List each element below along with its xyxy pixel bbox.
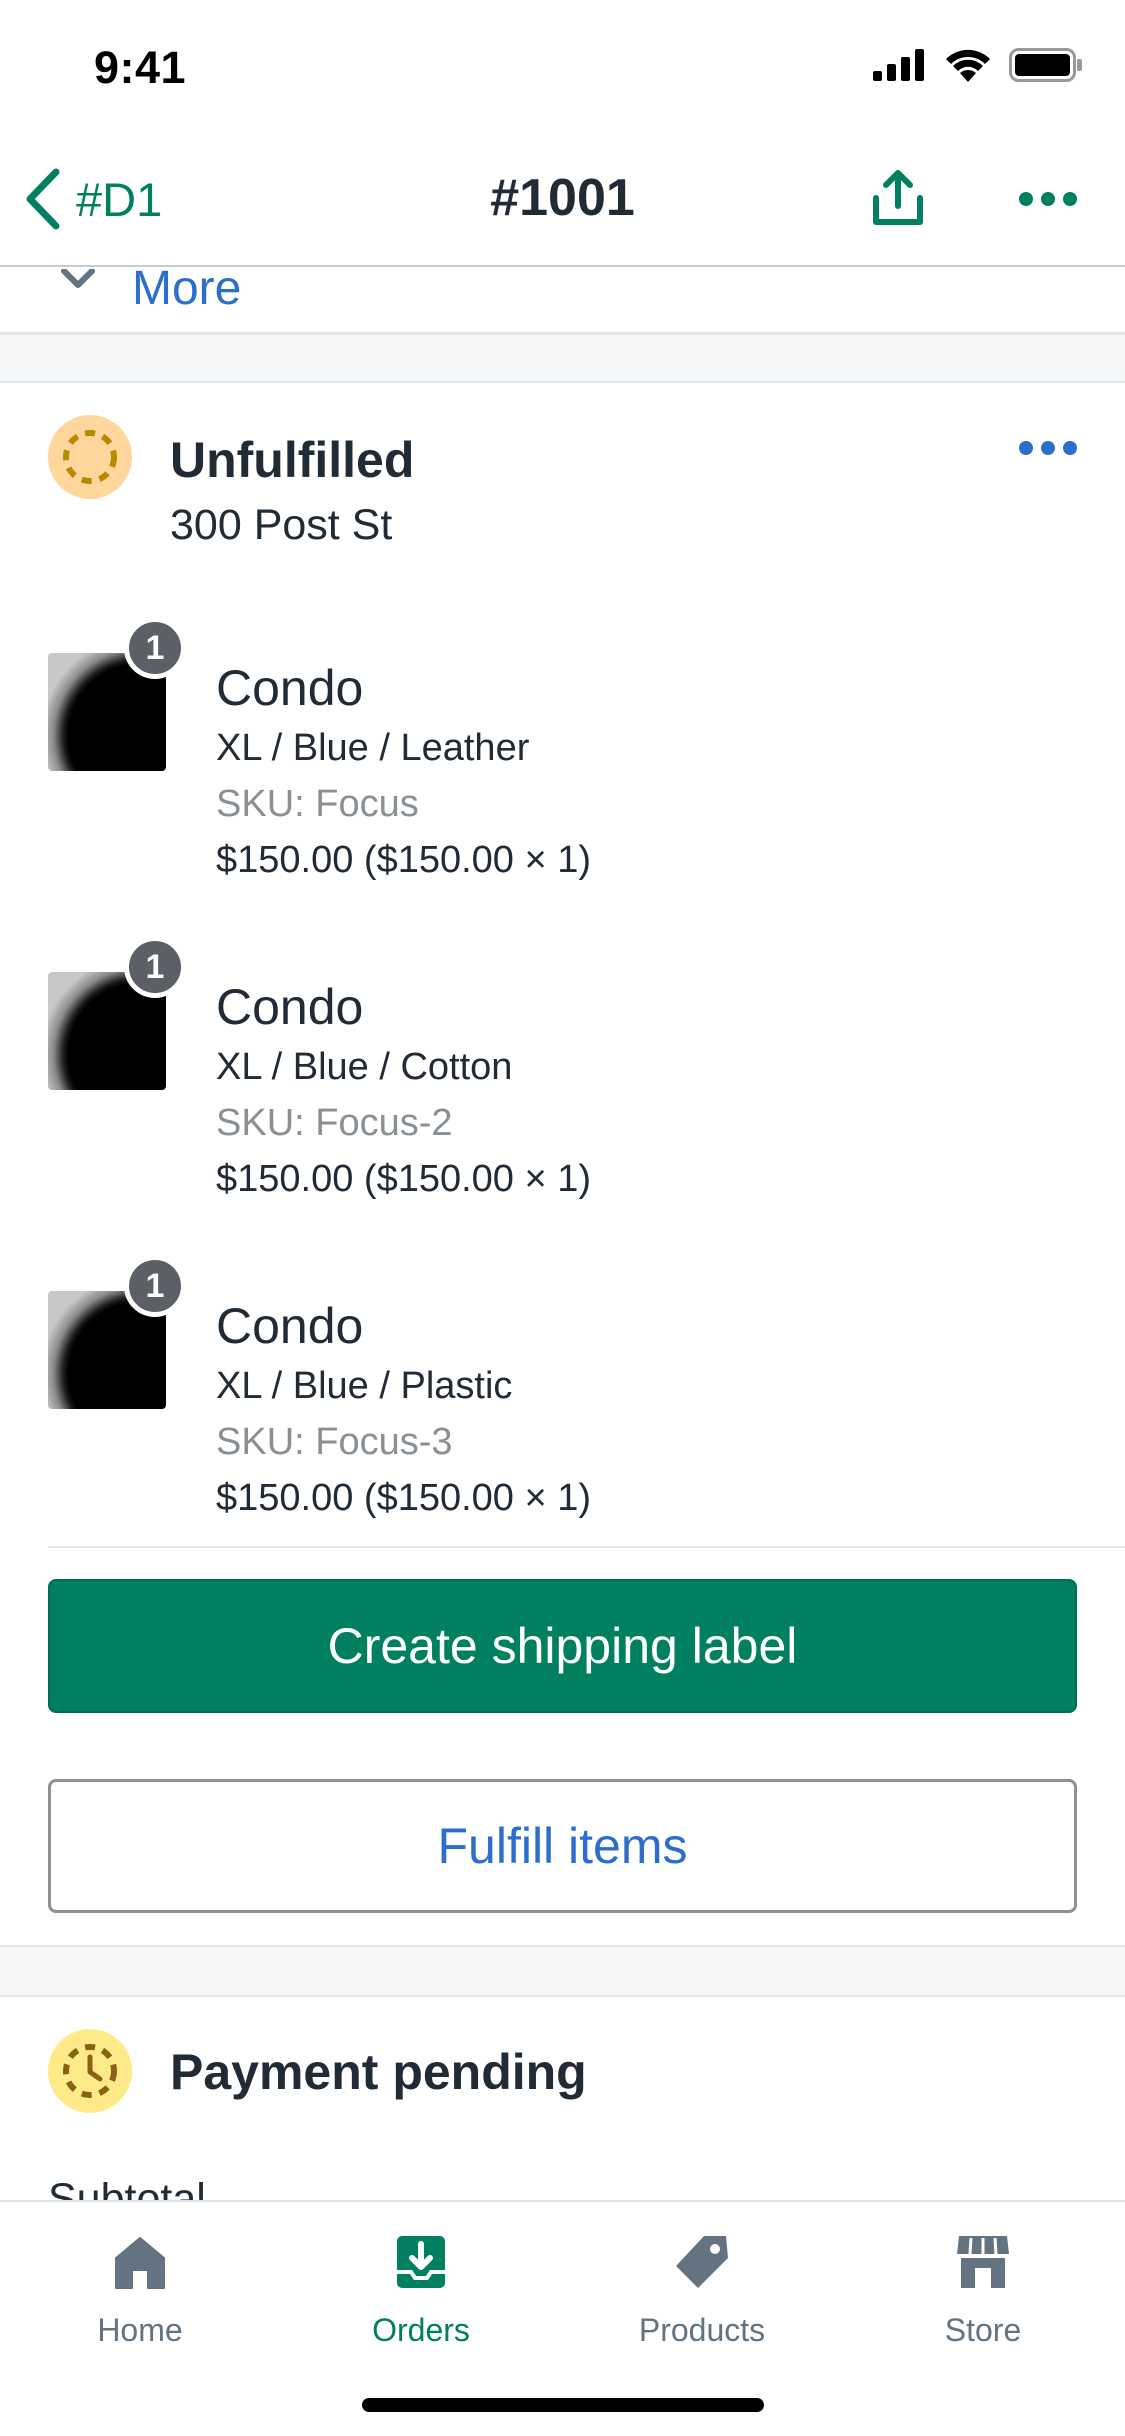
- quantity-badge: 1: [124, 1255, 186, 1317]
- store-icon: [957, 2236, 1009, 2288]
- tab-store[interactable]: Store: [843, 2232, 1123, 2372]
- item-price: $150.00 ($150.00 × 1): [216, 1158, 592, 1200]
- item-price: $150.00 ($150.00 × 1): [216, 839, 592, 881]
- status-time: 9:41: [94, 42, 187, 93]
- status-icons: [873, 48, 1083, 82]
- payment-status-icon: [48, 2029, 132, 2113]
- unfulfilled-title: Unfulfilled: [170, 432, 415, 488]
- tab-home[interactable]: Home: [0, 2232, 280, 2372]
- item-variant: XL / Blue / Cotton: [216, 1046, 513, 1088]
- tab-label: Orders: [372, 2312, 470, 2348]
- item-name: Condo: [216, 979, 364, 1035]
- battery-icon: [1009, 48, 1082, 82]
- share-icon[interactable]: [868, 168, 928, 228]
- more-toggle[interactable]: More: [0, 269, 1125, 335]
- line-item[interactable]: 1 Condo XL / Blue / Cotton SKU: Focus-2 …: [0, 936, 1125, 1236]
- clock-icon: [63, 2044, 117, 2098]
- status-bar: 9:41: [0, 0, 1125, 132]
- item-variant: XL / Blue / Plastic: [216, 1365, 513, 1407]
- line-item[interactable]: 1 Condo XL / Blue / Leather SKU: Focus $…: [0, 617, 1125, 917]
- unfulfilled-status-icon: [48, 415, 132, 499]
- section-gap: [0, 335, 1125, 381]
- divider: [48, 1546, 1125, 1548]
- tag-icon: [676, 2236, 728, 2288]
- card-more-options-icon[interactable]: [1018, 433, 1078, 463]
- create-shipping-label-button[interactable]: Create shipping label: [48, 1579, 1077, 1713]
- chevron-down-icon: [61, 269, 95, 288]
- item-name: Condo: [216, 1298, 364, 1354]
- navigation-bar: #D1 #1001: [0, 132, 1125, 267]
- page-title: #1001: [490, 169, 635, 227]
- fulfill-items-button[interactable]: Fulfill items: [48, 1779, 1077, 1913]
- item-sku: SKU: Focus: [216, 783, 419, 825]
- tab-label: Store: [944, 2312, 1022, 2348]
- item-variant: XL / Blue / Leather: [216, 727, 530, 769]
- quantity-badge: 1: [124, 936, 186, 998]
- orders-icon: [397, 2236, 445, 2288]
- payment-title: Payment pending: [170, 2044, 587, 2100]
- item-sku: SKU: Focus-3: [216, 1421, 453, 1463]
- tab-label: Home: [97, 2312, 183, 2348]
- dashed-circle-icon: [63, 430, 117, 484]
- section-gap: [0, 1947, 1125, 1995]
- home-indicator: [362, 2398, 764, 2412]
- item-sku: SKU: Focus-2: [216, 1102, 453, 1144]
- line-item[interactable]: 1 Condo XL / Blue / Plastic SKU: Focus-3…: [0, 1255, 1125, 1555]
- tab-label: Products: [638, 2312, 766, 2348]
- wifi-icon: [946, 49, 990, 82]
- home-icon: [115, 2237, 165, 2289]
- item-name: Condo: [216, 660, 364, 716]
- tab-orders[interactable]: Orders: [281, 2232, 561, 2372]
- cellular-signal-icon: [873, 49, 924, 81]
- more-options-icon[interactable]: [1018, 184, 1078, 214]
- more-label: More: [132, 269, 242, 315]
- tab-products[interactable]: Products: [562, 2232, 842, 2372]
- item-price: $150.00 ($150.00 × 1): [216, 1477, 592, 1519]
- shipping-address: 300 Post St: [170, 501, 393, 549]
- unfulfilled-card: Unfulfilled 300 Post St 1 Condo XL / Blu…: [0, 381, 1125, 1947]
- quantity-badge: 1: [124, 617, 186, 679]
